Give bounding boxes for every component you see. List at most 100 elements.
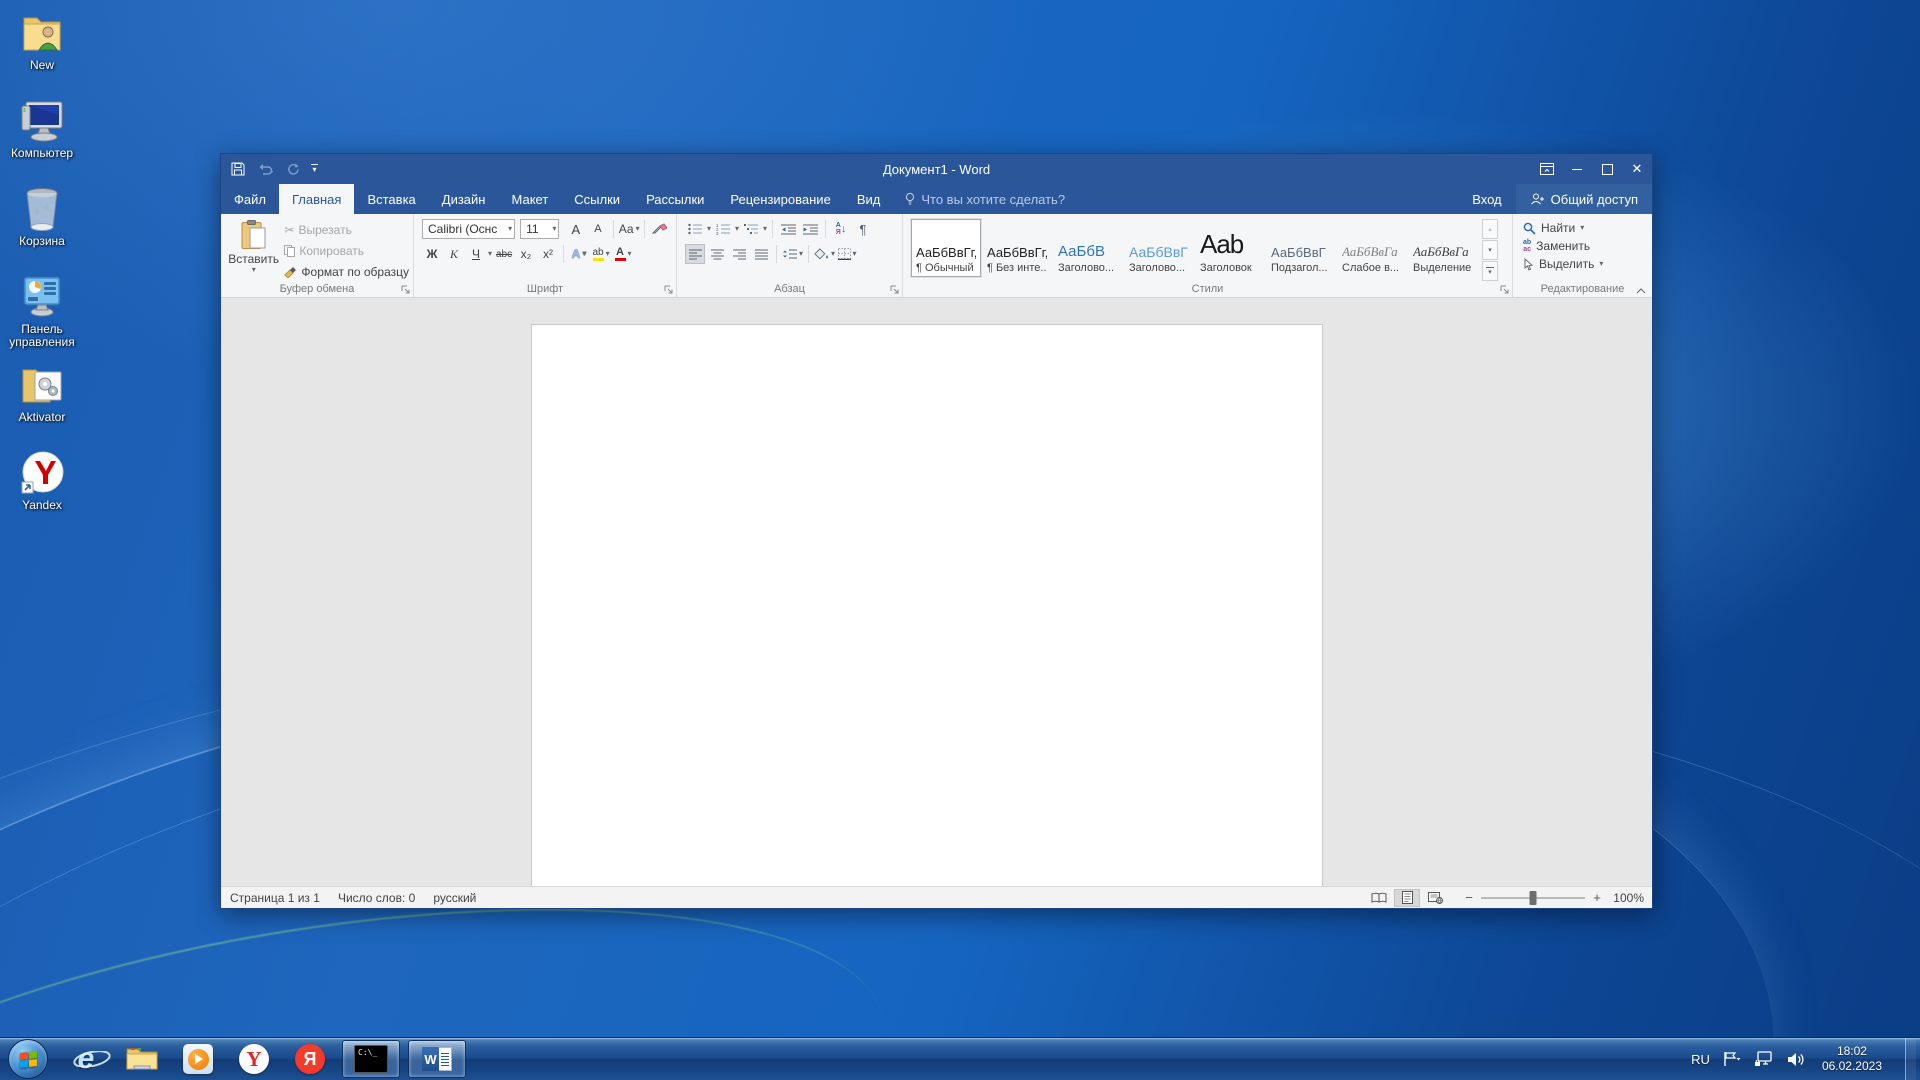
desktop-icon-computer[interactable]: Компьютер (2, 98, 82, 160)
document-page[interactable] (531, 324, 1323, 886)
redo-button[interactable] (286, 163, 299, 176)
align-right-button[interactable] (729, 244, 749, 264)
ribbon-display-options-button[interactable] (1532, 154, 1562, 184)
page-count-status[interactable]: Страница 1 из 1 (221, 891, 329, 905)
zoom-level[interactable]: 100% (1604, 891, 1644, 905)
taskbar-file-explorer[interactable] (119, 1040, 165, 1078)
sign-in-button[interactable]: Вход (1458, 184, 1515, 214)
style-subtle-emphasis[interactable]: АаБбВвГа Слабое в... (1337, 219, 1407, 277)
text-effects-button[interactable]: А ▾ (569, 244, 589, 264)
align-left-button[interactable] (685, 244, 705, 264)
web-layout-button[interactable] (1422, 889, 1448, 907)
copy-button[interactable]: Копировать (284, 242, 409, 260)
word-count-status[interactable]: Число слов: 0 (329, 891, 424, 905)
bold-button[interactable]: Ж (422, 244, 442, 264)
taskbar-yandex-browser[interactable]: Y (231, 1040, 277, 1078)
style-emphasis[interactable]: АаБбВвГа Выделение (1408, 219, 1478, 277)
tab-view[interactable]: Вид (844, 184, 894, 214)
styles-scroll-down-button[interactable]: ▾ (1482, 240, 1498, 260)
show-marks-button[interactable]: ¶ (853, 219, 873, 239)
taskbar-clock[interactable]: 18:02 06.02.2023 (1822, 1044, 1882, 1074)
clipboard-dialog-launcher[interactable] (401, 285, 410, 294)
increase-indent-button[interactable] (800, 219, 820, 239)
paragraph-dialog-launcher[interactable] (890, 285, 899, 294)
paste-button[interactable]: Вставить ▾ (227, 218, 280, 281)
styles-scroll-up-button[interactable]: ▴ (1482, 219, 1498, 239)
tab-insert[interactable]: Вставка (354, 184, 428, 214)
language-indicator[interactable]: RU (1691, 1052, 1710, 1067)
desktop-icon-control-panel[interactable]: Панель управления (2, 274, 82, 349)
tab-layout[interactable]: Макет (498, 184, 561, 214)
desktop-icon-yandex[interactable]: Yandex (2, 450, 82, 512)
desktop-icon-recycle-bin[interactable]: Корзина (2, 186, 82, 248)
tab-file[interactable]: Файл (221, 184, 279, 214)
align-center-button[interactable] (707, 244, 727, 264)
share-button[interactable]: Общий доступ (1516, 184, 1652, 214)
style-heading1[interactable]: АаБбВ Заголово... (1053, 219, 1123, 277)
undo-button[interactable] (257, 163, 274, 175)
select-button[interactable]: Выделить ▾ (1523, 257, 1648, 271)
save-button[interactable] (231, 162, 245, 176)
styles-dialog-launcher[interactable] (1500, 285, 1509, 294)
decrease-indent-button[interactable] (778, 219, 798, 239)
taskbar-cmd-window[interactable]: C:\_ (342, 1040, 400, 1078)
desktop-icon-aktivator[interactable]: Aktivator (2, 362, 82, 424)
subscript-button[interactable]: x₂ (516, 244, 536, 264)
style-normal[interactable]: АаБбВвГг, ¶ Обычный (911, 219, 981, 277)
multilevel-list-button[interactable] (741, 219, 761, 239)
cut-button[interactable]: ✂ Вырезать (284, 221, 409, 239)
font-name-combo[interactable]: Calibri (Оснс ▾ (422, 219, 515, 239)
sort-button[interactable]: А Я ↓ (831, 219, 851, 239)
underline-button[interactable]: Ч (466, 244, 486, 264)
tab-design[interactable]: Дизайн (429, 184, 499, 214)
grow-font-button[interactable]: А (566, 219, 586, 239)
shading-button[interactable]: ▾ (814, 244, 835, 264)
line-spacing-button[interactable]: ▾ (782, 244, 803, 264)
read-mode-button[interactable] (1366, 889, 1392, 907)
tell-me-box[interactable]: Что вы хотите сделать? (893, 184, 1065, 214)
start-button[interactable] (8, 1039, 48, 1079)
tab-references[interactable]: Ссылки (561, 184, 633, 214)
clear-formatting-button[interactable] (650, 219, 670, 239)
borders-button[interactable]: ▾ (837, 244, 857, 264)
italic-button[interactable]: К (444, 244, 464, 264)
print-layout-button[interactable] (1394, 889, 1420, 907)
language-status[interactable]: русский (424, 891, 485, 905)
bullets-button[interactable] (685, 219, 705, 239)
network-icon[interactable] (1754, 1051, 1774, 1067)
justify-button[interactable] (751, 244, 771, 264)
zoom-in-button[interactable]: + (1592, 890, 1602, 905)
tab-mailings[interactable]: Рассылки (633, 184, 717, 214)
format-painter-button[interactable]: Формат по образцу (284, 263, 409, 281)
style-no-spacing[interactable]: АаБбВвГг, ¶ Без инте... (982, 219, 1052, 277)
caret-down-icon[interactable]: ▾ (735, 225, 739, 233)
action-center-flag-icon[interactable] (1723, 1051, 1741, 1067)
show-desktop-button[interactable] (1905, 1038, 1916, 1080)
zoom-out-button[interactable]: − (1464, 890, 1474, 905)
collapse-ribbon-button[interactable] (1636, 288, 1646, 294)
font-color-button[interactable]: А ▾ (613, 244, 633, 264)
style-heading2[interactable]: АаБбВвГ Заголово... (1124, 219, 1194, 277)
replace-button[interactable]: ab ac Заменить (1523, 239, 1648, 253)
zoom-slider-handle[interactable] (1530, 891, 1537, 905)
caret-down-icon[interactable]: ▾ (707, 225, 711, 233)
find-button[interactable]: Найти ▾ (1523, 221, 1648, 235)
font-dialog-launcher[interactable] (664, 285, 673, 294)
highlight-color-button[interactable]: ab ▾ (591, 244, 611, 264)
taskbar-yandex-app[interactable]: Я (287, 1040, 333, 1078)
taskbar-media-player[interactable] (175, 1040, 221, 1078)
speaker-icon[interactable] (1787, 1052, 1805, 1067)
change-case-button[interactable]: Аа ▾ (619, 219, 639, 239)
close-button[interactable]: ✕ (1622, 154, 1652, 184)
desktop-icon-new-folder[interactable]: New (2, 10, 82, 72)
tab-home[interactable]: Главная (279, 184, 354, 214)
taskbar-word-window[interactable]: W (408, 1040, 466, 1078)
styles-more-button[interactable]: ▾ (1482, 261, 1498, 281)
zoom-slider[interactable] (1481, 897, 1585, 899)
font-size-combo[interactable]: 11 ▾ (520, 219, 559, 239)
minimize-button[interactable] (1562, 154, 1592, 184)
superscript-button[interactable]: x² (538, 244, 558, 264)
caret-down-icon[interactable]: ▾ (763, 225, 767, 233)
taskbar-internet-explorer[interactable]: e (63, 1040, 109, 1078)
tab-review[interactable]: Рецензирование (717, 184, 843, 214)
